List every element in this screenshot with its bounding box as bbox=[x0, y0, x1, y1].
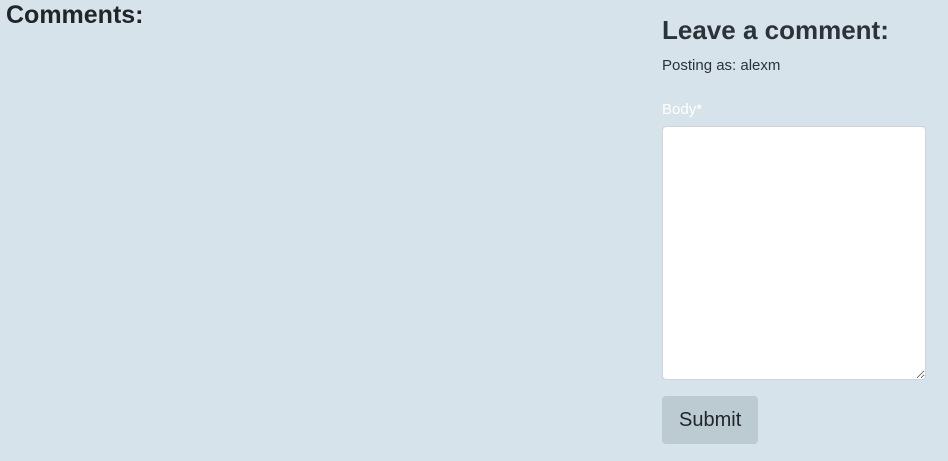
comment-form: Leave a comment: Posting as: alexm Body*… bbox=[662, 14, 926, 444]
comment-form-title: Leave a comment: bbox=[662, 15, 889, 45]
body-label: Body* bbox=[662, 101, 703, 118]
body-textarea[interactable] bbox=[662, 126, 926, 380]
posting-as-text: Posting as: alexm bbox=[662, 57, 781, 74]
comments-title: Comments: bbox=[6, 1, 144, 29]
page: Comments: Leave a comment: Posting as: a… bbox=[0, 0, 948, 461]
comments-section: Comments: bbox=[6, 0, 626, 30]
submit-button[interactable]: Submit bbox=[662, 396, 759, 444]
